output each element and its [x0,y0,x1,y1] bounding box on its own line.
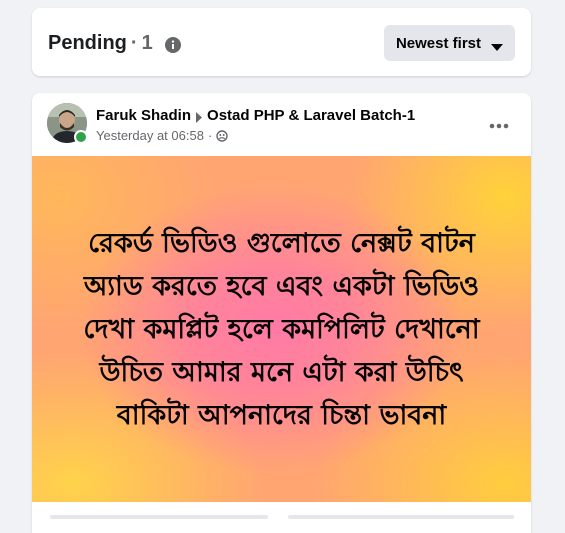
pending-post-card: Faruk Shadin Ostad PHP & Laravel Batch-1… [32,93,531,533]
sort-newest-first-button[interactable]: Newest first [383,25,515,61]
sort-label: Newest first [395,34,481,52]
author-name-link[interactable]: Faruk Shadin [96,107,191,124]
pending-header-card: Pending · 1 Newest first [32,8,531,76]
online-status-dot [74,130,88,144]
pending-title: Pending · 1 [48,32,181,55]
post-text-background: রেকর্ড ভিডিও গুলোতে নেক্সট বাটন অ্যাড কর… [32,156,531,502]
meta-separator: · [207,128,213,143]
right-scroll-edge [553,0,565,517]
post-text: রেকর্ড ভিডিও গুলোতে নেক্সট বাটন অ্যাড কর… [83,227,480,431]
pending-label: Pending [48,32,127,54]
group-name-link[interactable]: Ostad PHP & Laravel Batch-1 [207,107,415,124]
post-actions-strip [32,502,531,533]
decline-action-placeholder[interactable] [288,515,514,519]
more-options-icon [489,116,509,134]
members-icon [216,129,228,142]
post-timestamp[interactable]: Yesterday at 06:58 [96,128,204,143]
more-options-button[interactable] [481,107,517,143]
author-avatar[interactable] [47,103,88,144]
post-author-line: Faruk Shadin Ostad PHP & Laravel Batch-1 [96,107,415,124]
approve-action-placeholder[interactable] [50,515,268,519]
pending-count: 1 [141,32,153,54]
pending-separator: · [130,32,138,54]
post-meta: Yesterday at 06:58 · [96,128,228,143]
right-arrow-icon [195,110,203,123]
caret-down-icon [491,39,503,51]
info-icon[interactable] [164,36,181,53]
